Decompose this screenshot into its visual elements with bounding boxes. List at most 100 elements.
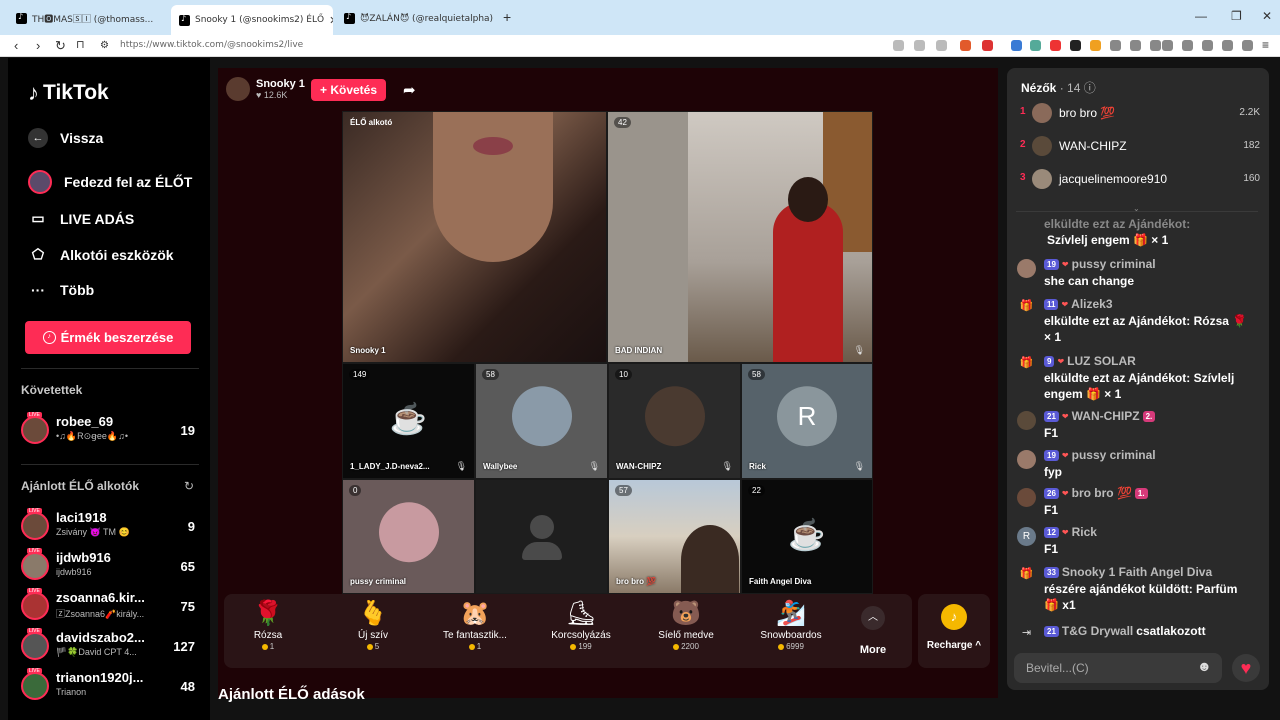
top-viewer-row[interactable]: 2 WAN-CHIPZ 182 [1020, 135, 1260, 157]
video-tile-host[interactable]: ÉLŐ alkotó Snooky 1 [342, 111, 607, 363]
extension-icon[interactable] [1070, 40, 1081, 51]
recommended-account[interactable]: LIVE davidszabo2... 🏴🍀David CPT 4... 127 [21, 628, 201, 664]
extension-icon[interactable] [893, 40, 904, 51]
recommended-live-title: Ajánlott ÉLŐ adások [218, 686, 365, 703]
gift-name: Síelő medve [658, 630, 714, 641]
media-icon[interactable] [1162, 40, 1173, 51]
recommended-account[interactable]: LIVE trianon1920j... Trianon 48 [21, 668, 201, 704]
chat-username[interactable]: T&G Drywall [1062, 624, 1133, 638]
avatar [1032, 136, 1052, 156]
host-info[interactable]: Snooky 1 ♥ 12.6K [226, 77, 305, 101]
recommended-title: Ajánlott ÉLŐ alkotók [21, 479, 140, 493]
nav-live[interactable]: ▭ LIVE ADÁS [28, 210, 134, 227]
browser-tab[interactable]: TH🅾MAS🅂🄸 (@thomass... [8, 6, 168, 31]
video-tile[interactable]: ☕ 149 1_LADY_J.D-neva2... 🎙 [342, 363, 475, 479]
chat-username[interactable]: Rick [1072, 525, 1097, 539]
avatar[interactable] [1017, 488, 1036, 507]
extension-icon[interactable] [1090, 40, 1101, 51]
avatar[interactable] [1017, 450, 1036, 469]
tiktok-favicon-icon [344, 12, 355, 24]
video-tile[interactable]: 10 WAN-CHIPZ 🎙 [608, 363, 741, 479]
gift-item[interactable]: 🐻 Síelő medve 2200 [638, 598, 734, 651]
new-tab-icon[interactable]: + [503, 9, 511, 25]
bookmark-icon[interactable]: ⊓ [76, 38, 85, 51]
gift-item[interactable]: 🏂 Snowboardos 6999 [743, 598, 839, 651]
site-info-icon[interactable]: ⚙ [100, 40, 109, 51]
share-icon[interactable]: ➦ [403, 81, 416, 99]
following-account[interactable]: LIVE robee_69 •♫🔥R⊙ꞡee🔥♫• 19 [21, 412, 201, 448]
share-icon[interactable] [936, 40, 947, 51]
account-name: robee_69 [56, 414, 114, 429]
url-field[interactable]: https://www.tiktok.com/@snookims2/live [120, 40, 303, 50]
help-icon[interactable]: ⓘ [1084, 81, 1096, 95]
nav-creator-tools[interactable]: ⬠ Alkotói eszközök [28, 246, 174, 263]
live-creator-label: ÉLŐ alkotó [350, 118, 393, 127]
browser-tab[interactable]: 😈ZALÁN😈 (@realquietalpha) ÉLŐ [336, 6, 496, 31]
emoji-icon[interactable]: ☻ [1197, 658, 1212, 674]
extension-icon[interactable] [1222, 40, 1233, 51]
extension-icon[interactable] [1050, 40, 1061, 51]
extension-icon[interactable] [1150, 40, 1161, 51]
zoom-icon[interactable] [914, 40, 925, 51]
top-viewer-row[interactable]: 1 bro bro 💯 2.2K [1020, 102, 1260, 124]
tiktok-logo[interactable]: ♪ TikTok [28, 80, 109, 106]
video-tile[interactable]: 57 bro bro 💯 [608, 479, 741, 594]
wallet-icon[interactable] [1202, 40, 1213, 51]
recommended-account[interactable]: LIVE ijdwb916 ijdwb916 65 [21, 548, 201, 584]
rewards-icon[interactable] [982, 40, 993, 51]
video-tile[interactable]: 42 BAD INDIAN 🎙 [607, 111, 873, 363]
viewer-name: bro bro 💯 [1059, 106, 1116, 120]
get-coins-button[interactable]: ♪ Érmék beszerzése [25, 321, 191, 354]
refresh-icon[interactable]: ↻ [184, 479, 194, 493]
chat-username[interactable]: pussy criminal [1072, 448, 1156, 462]
brave-shield-icon[interactable] [960, 40, 971, 51]
sidebar-icon[interactable] [1182, 40, 1193, 51]
chat-input[interactable]: Bevitel...(C) [1014, 653, 1222, 683]
avatar[interactable]: R [1017, 527, 1036, 546]
top-viewer-row[interactable]: 3 jacquelinemoore910 160 [1020, 168, 1260, 190]
nav-explore-live[interactable]: Fedezd fel az ÉLŐT [28, 170, 192, 194]
close-window-icon[interactable]: ✕ [1262, 9, 1272, 23]
chevron-down-icon[interactable]: ⌄ [1133, 204, 1140, 213]
vpn-icon[interactable] [1242, 40, 1253, 51]
gift-item[interactable]: 🫰 Új szív 5 [325, 598, 421, 651]
video-tile-empty[interactable] [475, 479, 608, 594]
recommended-account[interactable]: LIVE laci1918 Zsivány 😈 TM 😊 9 [21, 508, 201, 544]
recommended-account[interactable]: LIVE zsoanna6.kir... 🅉Zsoanna6🧨király...… [21, 588, 201, 624]
viewers-header[interactable]: Nézők · 14 ⓘ [1021, 79, 1096, 96]
chat-username[interactable]: LUZ SOLAR [1067, 354, 1136, 368]
video-tile[interactable]: R 58 Rick 🎙 [741, 363, 873, 479]
chat-username[interactable]: Snooky 1 Faith Angel Diva [1062, 565, 1212, 579]
gift-item[interactable]: 🌹 Rózsa 1 [220, 598, 316, 651]
chat-username[interactable]: Alizek3 [1071, 297, 1112, 311]
forward-icon[interactable]: › [36, 38, 40, 53]
avatar[interactable] [1017, 411, 1036, 430]
reload-icon[interactable]: ↻ [55, 38, 66, 54]
chat-username[interactable]: bro bro 💯 [1072, 486, 1132, 500]
nav-more[interactable]: ··· Több [28, 282, 94, 298]
gift-item[interactable]: ⛸ Korcsolyázás 199 [533, 598, 629, 651]
gift-name: Snowboardos [760, 630, 822, 641]
extension-icon[interactable] [1130, 40, 1141, 51]
video-tile[interactable]: ☕ 22 Faith Angel Diva [741, 479, 873, 594]
translate-icon[interactable] [1011, 40, 1022, 51]
chat-username[interactable]: WAN-CHIPZ [1072, 409, 1140, 423]
video-tile[interactable]: 0 pussy criminal [342, 479, 475, 594]
browser-tab-active[interactable]: Snooky 1 (@snookims2) ÉLŐ ✕ [171, 5, 333, 35]
back-icon[interactable]: ‹ [14, 38, 18, 53]
extension-icon[interactable] [1110, 40, 1121, 51]
more-gifts-button[interactable]: ︿ More [858, 606, 888, 656]
gift-item[interactable]: 🐹 Te fantasztik... 1 [427, 598, 523, 651]
like-heart-button[interactable]: ♥ [1232, 654, 1260, 682]
close-tab-icon[interactable]: ✕ [329, 14, 333, 27]
follow-button[interactable]: + Követés [311, 79, 386, 101]
recharge-button[interactable]: ♪ Recharge ^ [918, 594, 990, 668]
avatar[interactable] [1017, 259, 1036, 278]
chat-username[interactable]: pussy criminal [1072, 257, 1156, 271]
nav-back[interactable]: ← Vissza [28, 128, 103, 148]
maximize-icon[interactable]: ❐ [1231, 9, 1242, 23]
minimize-icon[interactable]: — [1195, 9, 1207, 23]
menu-icon[interactable]: ≡ [1262, 38, 1269, 52]
video-tile[interactable]: 58 Wallybee 🎙 [475, 363, 608, 479]
extension-icon[interactable] [1030, 40, 1041, 51]
